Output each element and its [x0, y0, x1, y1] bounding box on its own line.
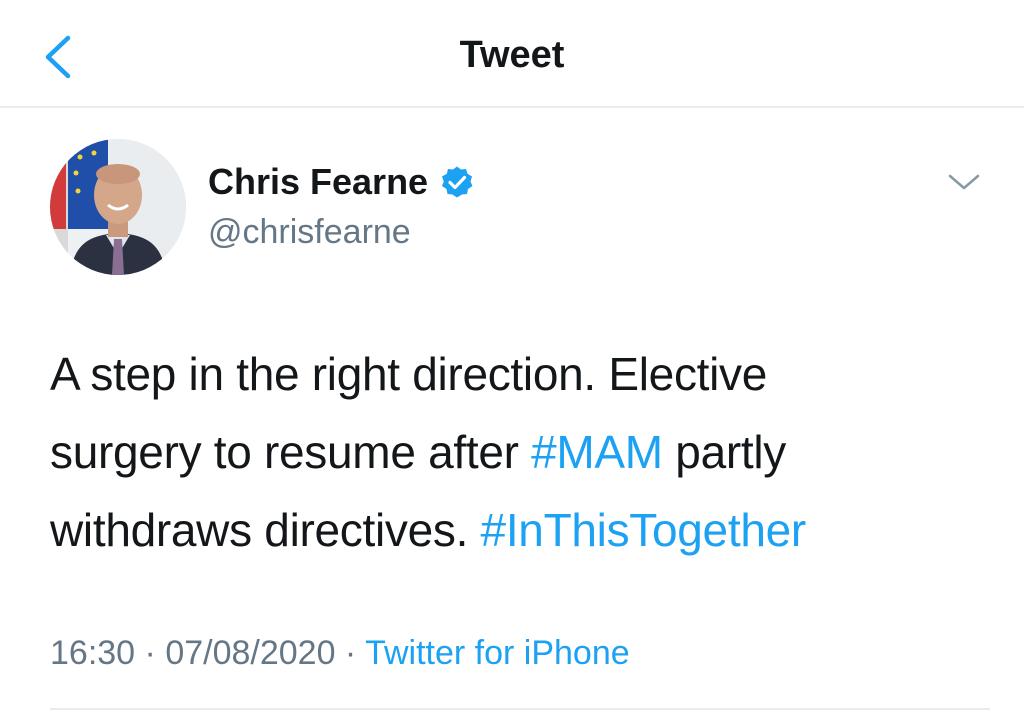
hashtag-link[interactable]: #InThisTogether: [481, 504, 807, 556]
divider: [50, 708, 990, 710]
tweet-source-link[interactable]: Twitter for iPhone: [365, 634, 630, 672]
tweet-line: withdraws directives. #InThisTogether: [50, 491, 990, 569]
author-handle[interactable]: @chrisfearne: [208, 210, 411, 254]
tweet-text-segment: A step in the right direction. Elective: [50, 348, 768, 400]
meta-separator: ·: [335, 634, 366, 672]
avatar-image: [50, 139, 186, 275]
tweet-meta: 16:30 · 07/08/2020 · Twitter for iPhone: [50, 630, 630, 676]
nav-header: Tweet: [0, 0, 1024, 108]
tweet-date: 07/08/2020: [165, 634, 336, 672]
tweet-time: 16:30: [50, 634, 136, 672]
tweet-text-segment: surgery to resume after: [50, 426, 532, 478]
verified-badge-icon: [442, 166, 473, 198]
page-title: Tweet: [459, 34, 565, 76]
tweet-line: A step in the right direction. Elective: [50, 335, 990, 413]
avatar[interactable]: [50, 139, 186, 275]
tweet-text-segment: partly: [662, 426, 786, 478]
tweet-menu-button[interactable]: [944, 168, 984, 196]
author-name[interactable]: Chris Fearne: [208, 158, 428, 206]
tweet-detail-screen: Tweet Chris Fearne @chrisfearne A step i…: [0, 0, 1024, 716]
tweet-line: surgery to resume after #MAM partly: [50, 413, 990, 491]
tweet-text: A step in the right direction. Elective …: [50, 335, 990, 569]
tweet-text-segment: withdraws directives.: [50, 504, 481, 556]
hashtag-link[interactable]: #MAM: [531, 426, 663, 478]
author-name-row[interactable]: Chris Fearne: [208, 158, 474, 206]
chevron-down-icon: [948, 174, 980, 190]
meta-separator: ·: [135, 634, 166, 672]
